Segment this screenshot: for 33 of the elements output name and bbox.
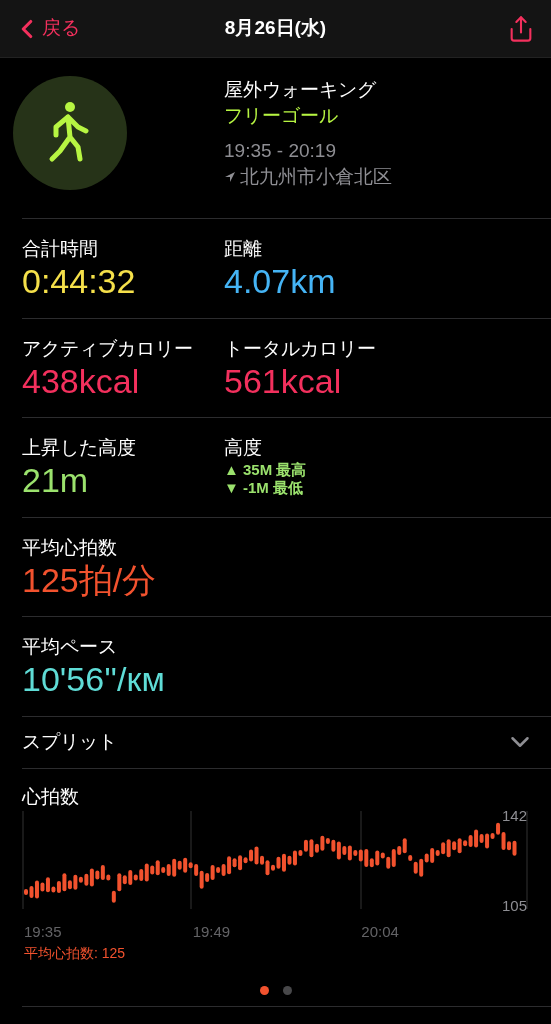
metric-label: アクティブカロリー: [22, 336, 194, 361]
metric-label: 上昇した高度: [22, 436, 137, 460]
metric-label: 合計時間: [22, 237, 99, 261]
metric-value: 10'56''/км: [22, 659, 166, 699]
elevation-low: ▼ -1M 最低: [224, 479, 304, 497]
splits-row[interactable]: スプリット: [22, 715, 551, 768]
metric-label: 高度: [224, 436, 263, 460]
average-heart-rate: 平均心拍数: 125: [23, 944, 127, 963]
metric-value: 0:44:32: [22, 261, 137, 301]
metric-value: 4.07km: [224, 261, 336, 301]
metric-label: 平均ペース: [22, 635, 118, 659]
metric-value: 438kcal: [22, 360, 141, 401]
chart-title: 心拍数: [22, 784, 80, 809]
time-label: 20:04: [360, 921, 400, 942]
elevation-high: ▲ 35M 最高: [224, 461, 307, 479]
back-button[interactable]: 戻る: [12, 13, 112, 44]
workout-time: 19:35 - 20:19: [224, 139, 337, 163]
metric-label: 距離: [224, 237, 263, 261]
metric-value: 21m: [22, 460, 90, 500]
axis-min: 105: [501, 895, 527, 916]
time-label: 19:49: [191, 921, 232, 942]
metric-label: 平均心拍数: [22, 535, 118, 560]
metric-label: トータルカロリー: [224, 336, 376, 361]
axis-max: 142: [501, 805, 527, 826]
nav-title: 8月26日(水): [224, 16, 327, 41]
time-label: 19:35: [23, 921, 63, 942]
workout-type: 屋外ウォーキング: [224, 78, 377, 102]
workout-goal: フリーゴール: [224, 104, 339, 128]
walking-person-icon: [48, 101, 92, 165]
location-arrow-icon: [224, 171, 236, 183]
metric-value: 125拍/分: [22, 559, 158, 600]
workout-location: 北九州市小倉北区: [240, 165, 392, 189]
metric-value: 561kcal: [224, 360, 343, 401]
